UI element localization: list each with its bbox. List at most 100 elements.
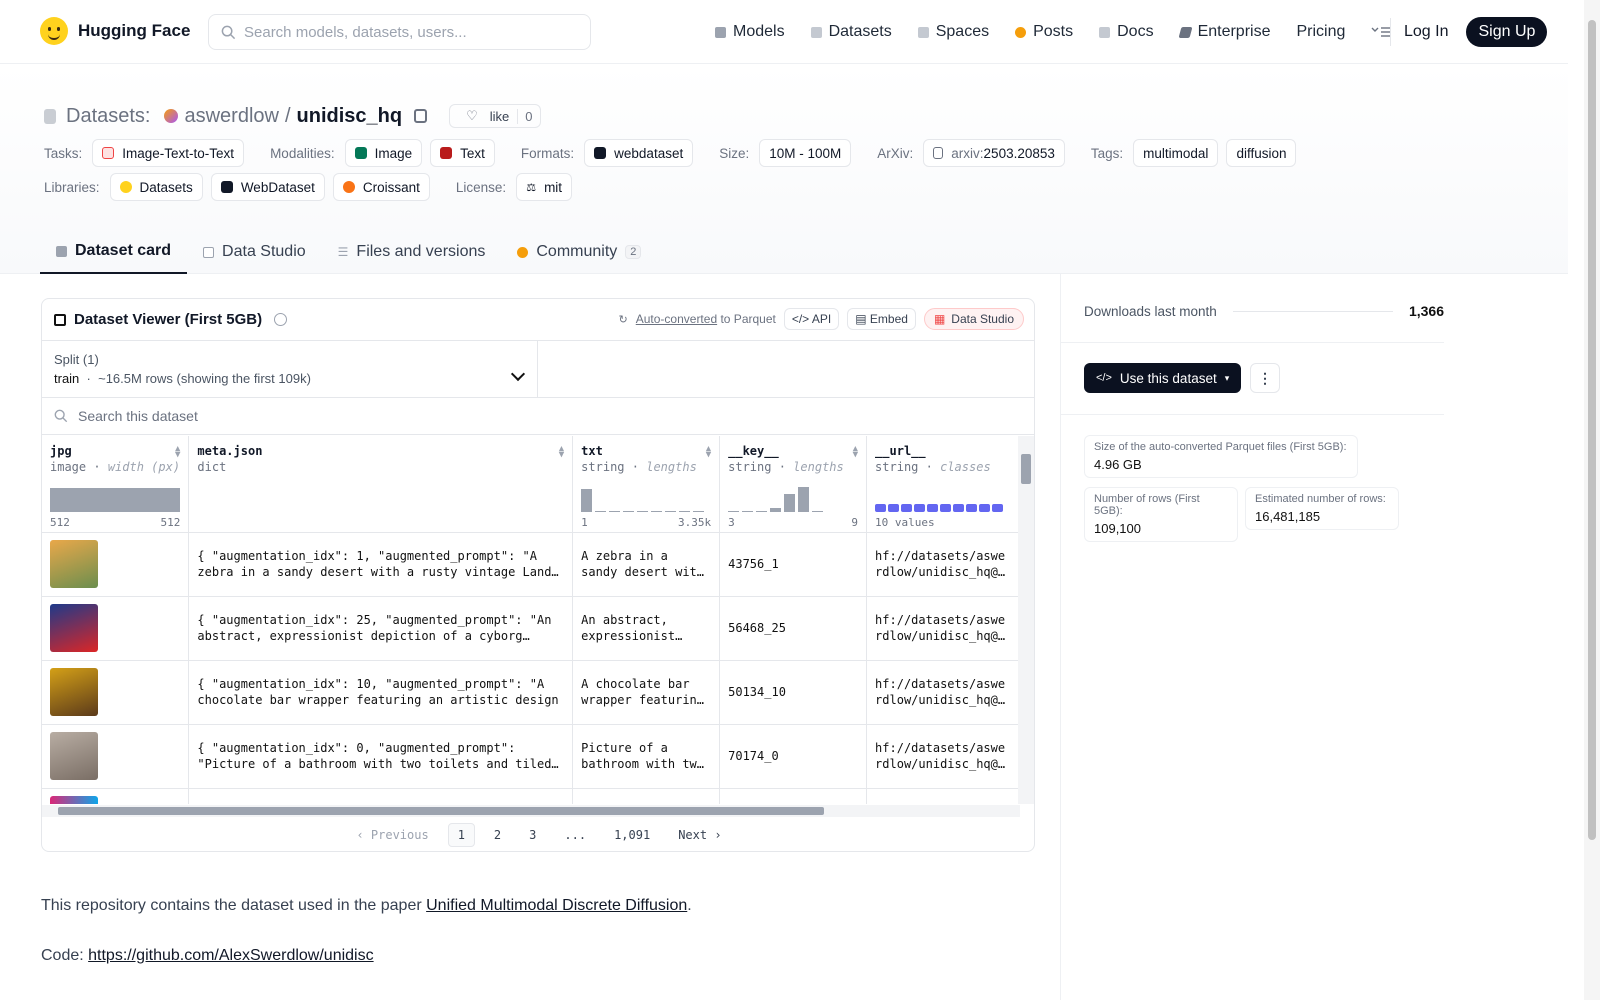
format-chip[interactable]: webdataset xyxy=(584,139,694,167)
nav-datasets[interactable]: Datasets xyxy=(798,0,905,64)
repo-name[interactable]: unidisc_hq xyxy=(297,105,403,128)
license-chip[interactable]: ⚖ mit xyxy=(516,173,573,201)
embed-button[interactable]: ▤ Embed xyxy=(847,308,916,330)
histogram-bar[interactable] xyxy=(651,510,663,512)
task-chip[interactable]: Image-Text-to-Text xyxy=(92,139,245,167)
class-bar[interactable] xyxy=(927,503,939,512)
histogram-bar[interactable] xyxy=(728,510,740,512)
auto-converted-link[interactable]: Auto-converted xyxy=(636,312,717,326)
tab-files[interactable]: ☰ Files and versions xyxy=(322,230,502,274)
class-bar[interactable] xyxy=(888,503,900,512)
cell-meta-json[interactable]: { "augmentation_idx": 1, "augmented_prom… xyxy=(188,532,574,597)
tag-chip-diffusion[interactable]: diffusion xyxy=(1226,139,1297,167)
column-header-url[interactable]: __url__ string · classes 10 values xyxy=(866,436,1020,533)
table-row[interactable]: { "augmentation_idx": 10, "augmented_pro… xyxy=(42,660,1020,725)
like-button[interactable]: ♡ like 0 xyxy=(449,104,541,128)
table-row[interactable]: { "augmentation_idx": 25, "augmented_pro… xyxy=(42,596,1020,661)
class-bar[interactable] xyxy=(875,503,887,512)
cell-meta-json[interactable]: { "augmentation_idx": 10, "augmented_pro… xyxy=(188,660,574,725)
library-chip-datasets[interactable]: Datasets xyxy=(109,173,203,201)
previous-page-button[interactable]: ‹ Previous xyxy=(347,824,437,846)
histogram-bar[interactable] xyxy=(623,510,635,512)
dataset-search-input[interactable] xyxy=(78,408,478,424)
cell-key[interactable]: 43756_1 xyxy=(719,532,868,597)
histogram-bar[interactable] xyxy=(609,510,621,512)
repo-owner[interactable]: aswerdlow xyxy=(184,105,278,128)
histogram-bar[interactable] xyxy=(665,510,677,512)
nav-enterprise[interactable]: Enterprise xyxy=(1167,0,1284,64)
sort-icon[interactable]: ▲ ▼ xyxy=(559,445,564,460)
nav-pricing[interactable]: Pricing xyxy=(1283,0,1358,64)
cell-key[interactable]: 50134_10 xyxy=(719,660,868,725)
histogram-bar[interactable] xyxy=(637,510,649,512)
cell-key[interactable]: 70174_0 xyxy=(719,724,868,789)
like-count[interactable]: 0 xyxy=(517,108,539,124)
use-dataset-button[interactable]: </> Use this dataset ▾ xyxy=(1084,363,1242,393)
library-chip-croissant[interactable]: Croissant xyxy=(332,173,430,201)
cell-url[interactable]: hf://datasets/aswerdlow/unidisc_hq@825d6… xyxy=(866,596,1020,661)
column-header-jpg[interactable]: jpg image · width (px) ▲ ▼ 512 512 xyxy=(42,436,190,533)
repo-kind[interactable]: Datasets: xyxy=(66,105,150,128)
page-1-button[interactable]: 1 xyxy=(447,823,475,847)
more-options-button[interactable]: ⋮ xyxy=(1250,363,1280,393)
split-selector[interactable]: Split (1) train · ~16.5M rows (showing t… xyxy=(42,341,538,397)
image-thumbnail[interactable] xyxy=(50,604,98,652)
cell-txt[interactable]: A chocolate bar wrapper featuring an xyxy=(572,660,721,725)
histogram-bar[interactable] xyxy=(756,510,768,512)
histogram-bar[interactable] xyxy=(770,507,782,512)
sort-icon[interactable]: ▲ ▼ xyxy=(706,445,711,460)
image-thumbnail[interactable] xyxy=(50,540,98,588)
nav-docs[interactable]: Docs xyxy=(1086,0,1166,64)
next-page-button[interactable]: Next › xyxy=(669,824,730,846)
scrollbar-thumb[interactable] xyxy=(1021,454,1031,484)
histogram-bar[interactable] xyxy=(798,486,810,512)
size-chip[interactable]: 10M - 100M xyxy=(759,139,852,167)
cell-jpg[interactable] xyxy=(42,724,190,789)
table-row[interactable]: { "augmentation_idx": 1, "augmented_prom… xyxy=(42,532,1020,597)
tag-chip-multimodal[interactable]: multimodal xyxy=(1133,139,1219,167)
cell-meta-json[interactable]: { "augmentation_idx": 0, "augmented_prom… xyxy=(188,724,574,789)
global-search-input[interactable] xyxy=(244,23,564,41)
avatar[interactable] xyxy=(164,109,179,123)
histogram-bar[interactable] xyxy=(679,510,691,512)
column-header-key[interactable]: __key__ string · lengths ▲ ▼ 39 xyxy=(719,436,868,533)
code-link[interactable]: https://github.com/AlexSwerdlow/unidisc xyxy=(88,947,373,964)
page-scrollbar[interactable] xyxy=(1584,0,1600,1000)
histogram-bar[interactable] xyxy=(693,510,705,512)
nav-more[interactable] xyxy=(1358,0,1404,64)
cell-jpg[interactable] xyxy=(42,596,190,661)
class-bar[interactable] xyxy=(940,503,952,512)
brand-logo[interactable]: Hugging Face xyxy=(40,17,190,45)
table-horizontal-scrollbar[interactable] xyxy=(42,805,1020,817)
cell-txt[interactable] xyxy=(572,788,721,804)
info-icon[interactable] xyxy=(274,313,288,326)
table-vertical-scrollbar[interactable] xyxy=(1018,436,1034,804)
column-header-meta-json[interactable]: meta.json dict ▲ ▼ xyxy=(188,436,574,533)
scrollbar-thumb[interactable] xyxy=(58,807,824,815)
copy-icon[interactable] xyxy=(414,109,428,123)
nav-models[interactable]: Models xyxy=(702,0,798,64)
class-bar[interactable] xyxy=(992,503,1004,512)
cell-url[interactable]: hf://datasets/aswerdlow/unidisc_hq@825d6… xyxy=(866,660,1020,725)
histogram-bar[interactable] xyxy=(50,487,180,512)
histogram-bar[interactable] xyxy=(595,510,607,512)
cell-meta-json[interactable]: { "augmentation_idx": 25, "augmented_pro… xyxy=(188,596,574,661)
cell-meta-json[interactable] xyxy=(188,788,574,804)
cell-jpg[interactable] xyxy=(42,788,190,804)
cell-url[interactable]: hf://datasets/aswerdlow/unidisc_hq@825d6… xyxy=(866,532,1020,597)
arxiv-chip[interactable]: arxiv: 2503.20853 xyxy=(923,139,1065,167)
histogram-bar[interactable] xyxy=(812,510,824,512)
dataset-search[interactable] xyxy=(42,398,1034,435)
cell-jpg[interactable] xyxy=(42,660,190,725)
scrollbar-thumb[interactable] xyxy=(1588,20,1596,840)
api-button[interactable]: </> API xyxy=(783,308,840,330)
data-studio-button[interactable]: ▦ Data Studio xyxy=(923,308,1024,330)
image-thumbnail[interactable] xyxy=(50,668,98,716)
modality-text-chip[interactable]: Text xyxy=(430,139,495,167)
class-bar[interactable] xyxy=(914,503,926,512)
image-thumbnail[interactable] xyxy=(50,796,98,804)
page-2-button[interactable]: 2 xyxy=(485,824,510,846)
histogram-bar[interactable] xyxy=(581,488,593,512)
nav-spaces[interactable]: Spaces xyxy=(905,0,1002,64)
cell-url[interactable]: hf://datasets/aswerdlow/unidisc_hq@825d6… xyxy=(866,724,1020,789)
